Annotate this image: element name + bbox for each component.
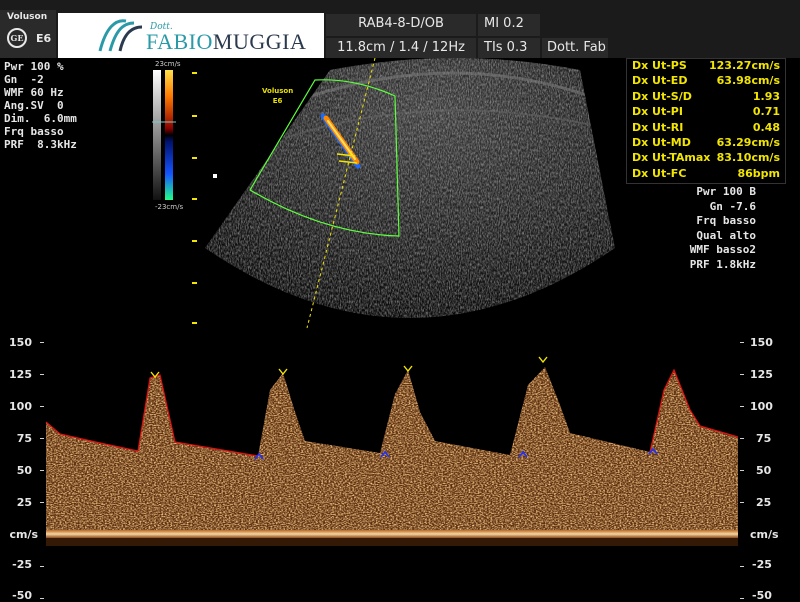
param-gain: Gn -2 bbox=[4, 73, 44, 86]
measurement-panel: Dx Ut-PS 123.27cm/s Dx Ut-ED 63.98cm/s Dx … bbox=[626, 58, 786, 184]
logo-wave-icon bbox=[98, 19, 143, 52]
logo-first-name: FABIO bbox=[146, 29, 213, 54]
param-angle: Ang.SV 0 bbox=[4, 99, 64, 112]
ge-logo-icon: GE bbox=[7, 28, 27, 48]
param-prf: PRF 8.3kHz bbox=[4, 138, 77, 151]
measurement-label: Dx Ut-PI bbox=[632, 105, 683, 119]
measurement-row: Dx Ut-MD 63.29cm/s bbox=[627, 136, 785, 151]
measurement-value: 1.93 bbox=[752, 89, 780, 103]
axis-left-tick: 125 bbox=[9, 368, 32, 381]
measurement-label: Dx Ut-MD bbox=[632, 135, 691, 149]
brand-box: Voluson GE E6 bbox=[0, 10, 56, 58]
brand-name: Voluson bbox=[7, 12, 48, 22]
param-power: Pwr 100 % bbox=[4, 60, 64, 73]
axis-right-tick: 50 bbox=[756, 464, 772, 477]
operator-name: Dott. Fab bbox=[542, 38, 608, 58]
clinic-logo: Dott. FABIOMUGGIA bbox=[58, 13, 324, 58]
axis-right-unit: cm/s bbox=[750, 528, 779, 541]
spectral-doppler-panel bbox=[40, 342, 744, 599]
rparam-prf: PRF 1.8kHz bbox=[689, 257, 756, 271]
bmode-ultrasound-image bbox=[205, 58, 615, 329]
axis-right-tick: 75 bbox=[756, 432, 772, 445]
baseline-band bbox=[46, 530, 738, 538]
measurement-value: 123.27cm/s bbox=[709, 59, 780, 72]
measurement-row: Dx Ut-ED 63.98cm/s bbox=[627, 74, 785, 89]
tis-value: TIs 0.3 bbox=[478, 38, 540, 58]
doppler-parameters: Pwr 100 % Gn -2 WMF 60 Hz Ang.SV 0 Dim. … bbox=[4, 60, 77, 151]
depth-info: 11.8cm / 1.4 / 12Hz bbox=[326, 38, 476, 58]
image-watermark-model: E6 bbox=[272, 97, 283, 105]
measurement-row: Dx Ut-PI 0.71 bbox=[627, 105, 785, 120]
image-watermark: Voluson E6 bbox=[262, 86, 293, 106]
probe-label: RAB4-8-D/OB bbox=[326, 14, 476, 36]
measurement-value: 0.48 bbox=[752, 120, 780, 134]
measurement-row: Dx Ut-FC 86bpm bbox=[627, 167, 785, 182]
measurement-value: 63.29cm/s bbox=[716, 135, 780, 149]
rparam-power: Pwr 100 B bbox=[696, 185, 756, 198]
axis-left-tick: 50 bbox=[16, 464, 32, 477]
peak-markers bbox=[150, 356, 548, 379]
param-wall-filter: WMF 60 Hz bbox=[4, 86, 64, 99]
colorbar-top-label: 23cm/s bbox=[155, 60, 181, 68]
measurement-label: Dx Ut-ED bbox=[632, 74, 688, 88]
measurement-label: Dx Ut-RI bbox=[632, 120, 684, 134]
axis-left-tick: 75 bbox=[16, 432, 32, 445]
axis-left-tick: -50 bbox=[12, 589, 32, 602]
model-name: E6 bbox=[36, 32, 52, 45]
axis-right-tick: -50 bbox=[752, 589, 772, 602]
axis-right-tick: 150 bbox=[750, 336, 773, 349]
rparam-gain: Gn -7.6 bbox=[709, 199, 756, 213]
rparam-wall-filter: WMF basso2 bbox=[689, 243, 756, 256]
measurement-value: 83.10cm/s bbox=[716, 151, 780, 165]
param-frequency: Frq basso bbox=[4, 125, 64, 138]
measurement-label: Dx Ut-S/D bbox=[632, 89, 692, 103]
axis-left-tick: 25 bbox=[16, 496, 32, 509]
axis-right-tick: 125 bbox=[750, 368, 773, 381]
rparam-quality: Qual alto bbox=[696, 228, 756, 242]
measurement-value: 86bpm bbox=[737, 166, 780, 180]
measurement-row: Dx Ut-S/D 1.93 bbox=[627, 90, 785, 105]
measurement-label: Dx Ut-TAmax bbox=[632, 151, 711, 165]
measurement-row: Dx Ut-RI 0.48 bbox=[627, 121, 785, 136]
rparam-frequency: Frq basso bbox=[696, 214, 756, 227]
logo-last-name: MUGGIA bbox=[212, 29, 307, 54]
axis-right-tick: 25 bbox=[756, 496, 772, 509]
axis-right-tick: 100 bbox=[750, 400, 773, 413]
mi-value: MI 0.2 bbox=[478, 14, 540, 36]
measurement-value: 0.71 bbox=[752, 105, 780, 119]
param-gate-size: Dim. 6.0mm bbox=[4, 112, 77, 125]
measurement-label: Dx Ut-FC bbox=[632, 166, 687, 180]
measurement-row: Dx Ut-PS 123.27cm/s bbox=[627, 59, 785, 74]
axis-left-tick: -25 bbox=[12, 558, 32, 571]
measurement-value: 63.98cm/s bbox=[716, 74, 780, 88]
axis-right-tick: -25 bbox=[752, 558, 772, 571]
image-watermark-brand: Voluson bbox=[262, 87, 294, 95]
color-doppler-parameters: Pwr 100 B Gn -7.6 Frq basso Qual alto WM… bbox=[690, 185, 756, 272]
colorbar-bottom-label: -23cm/s bbox=[155, 203, 184, 211]
logo-name: FABIOMUGGIA bbox=[146, 29, 306, 55]
axis-left-tick: 100 bbox=[9, 400, 32, 413]
top-bar: Voluson GE E6 Dott. FABIOMUGGIA RAB4-8-D… bbox=[0, 0, 800, 58]
measurement-label: Dx Ut-PS bbox=[632, 59, 687, 72]
color-velocity-scale bbox=[152, 70, 176, 200]
measurement-row: Dx Ut-TAmax 83.10cm/s bbox=[627, 151, 785, 166]
axis-left-tick: 150 bbox=[9, 336, 32, 349]
axis-left-unit: cm/s bbox=[9, 528, 38, 541]
